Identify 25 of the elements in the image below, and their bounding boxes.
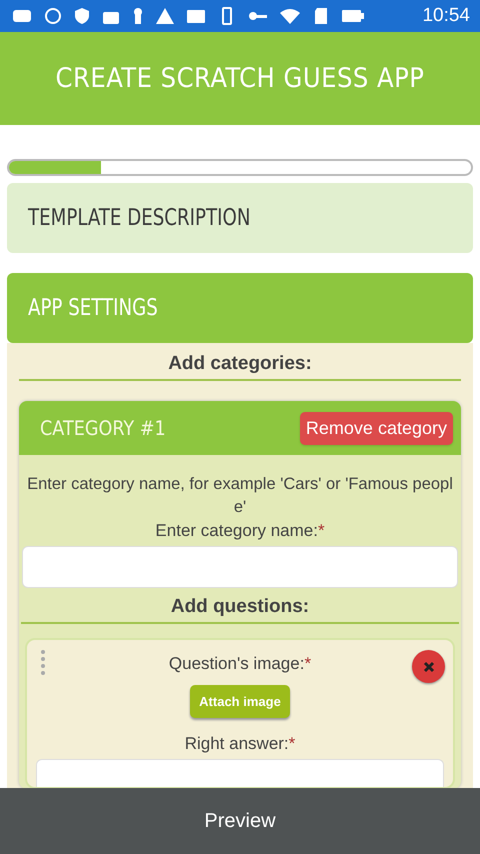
warning-icon [155,7,175,25]
category-name-field[interactable] [22,546,458,588]
attach-image-button[interactable]: Attach image [190,685,290,718]
right-answer-field[interactable] [36,759,444,787]
section-title: APP SETTINGS [28,295,158,321]
category-title: CATEGORY #1 [40,416,166,440]
keyhole-icon [132,7,144,25]
category-name-label: Enter category name:* [154,520,326,542]
question-image-label: Question's image:* [168,653,312,675]
close-icon [422,660,434,672]
categories-heading: Add categories: [19,353,461,381]
battery-icon [341,7,365,25]
preview-button[interactable]: Preview [198,808,282,834]
section-title: TEMPLATE DESCRIPTION [28,205,250,231]
page-title: CREATE SCRATCH GUESS APP [56,63,424,94]
shield-icon [74,7,90,25]
sd-card-icon [314,7,330,25]
questions-heading: Add questions: [21,596,459,624]
close-button[interactable] [412,650,445,683]
category-hint: Enter category name, for example 'Cars' or 'Famous people' [26,474,454,518]
section-header[interactable]: TEMPLATE DESCRIPTION [7,183,473,253]
clock-time: 10:54 [422,5,470,27]
drag-handle-icon[interactable] [41,650,45,676]
remove-category-button[interactable]: Remove category [300,412,453,444]
right-answer-label: Right answer:* [184,733,296,755]
